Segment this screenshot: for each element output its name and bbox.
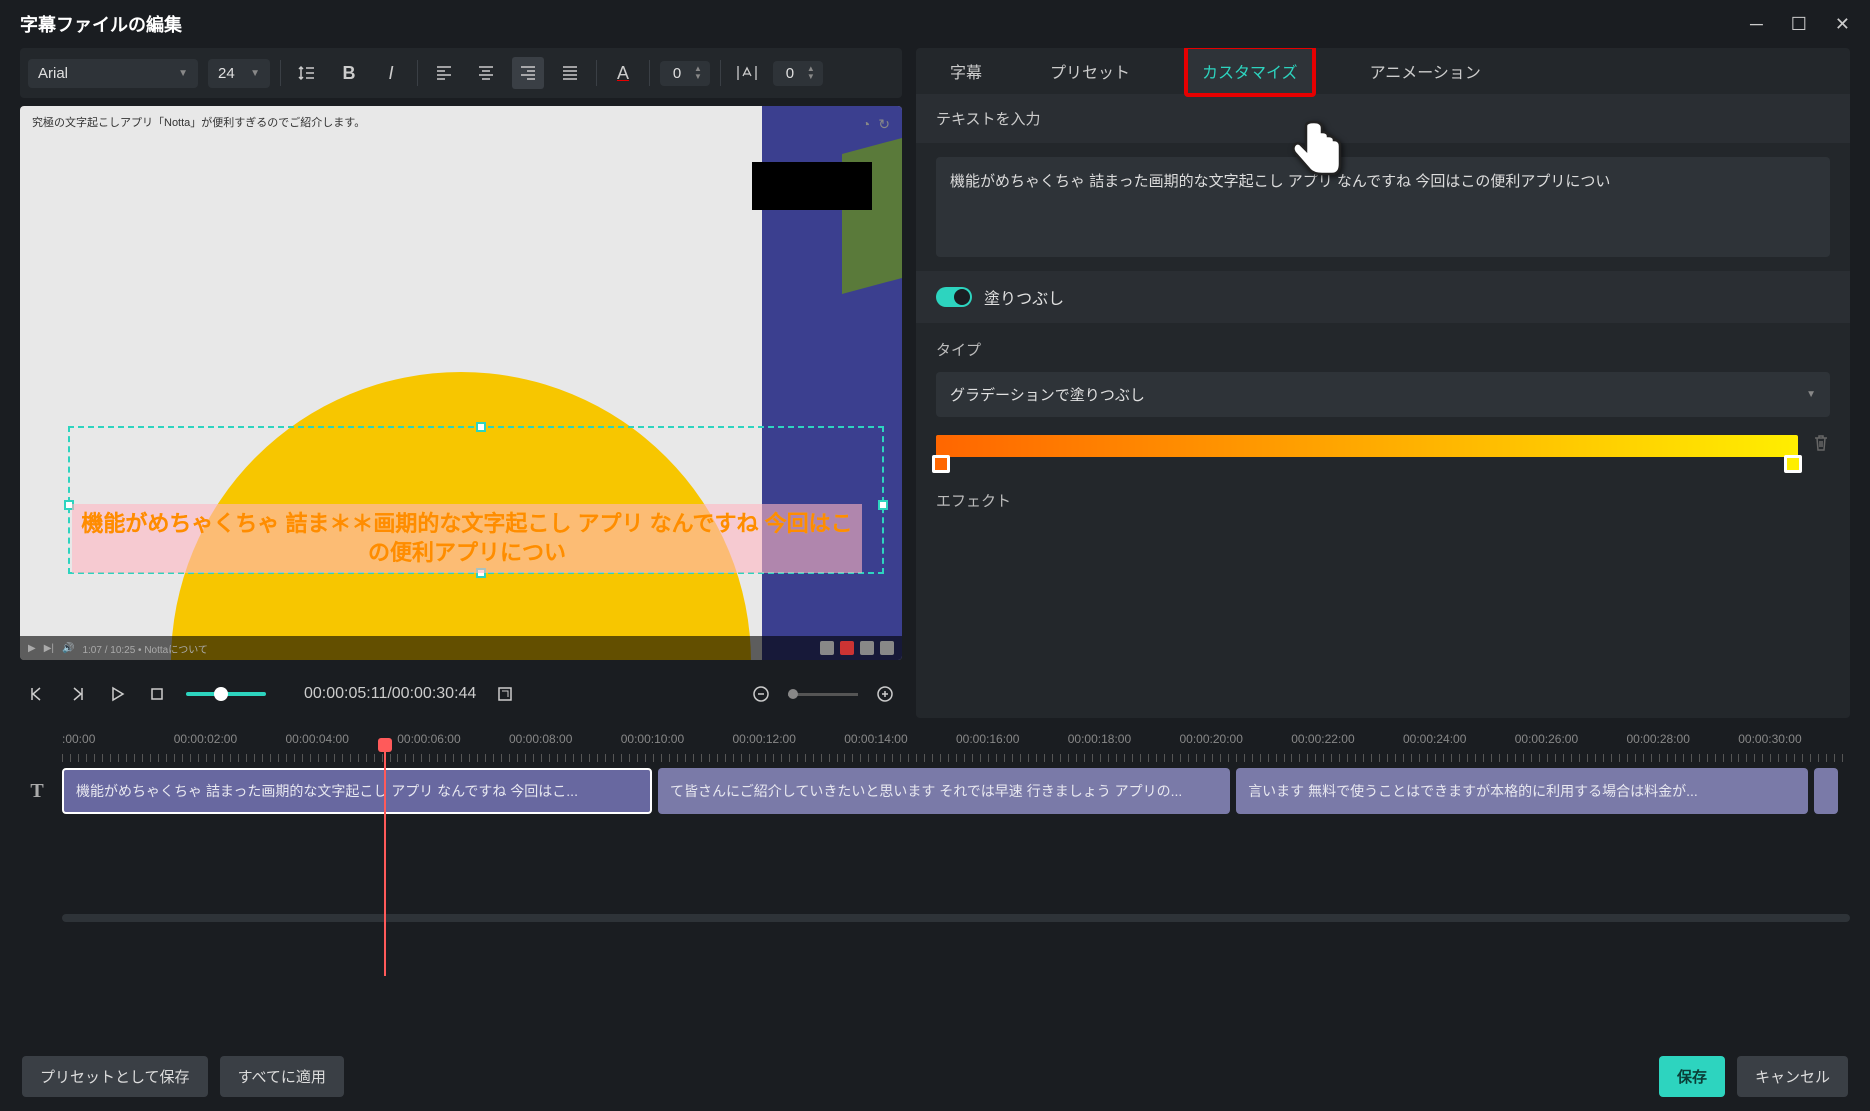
font-size-dropdown[interactable]: 24 ▼ xyxy=(208,59,270,88)
align-justify-button[interactable] xyxy=(554,57,586,89)
text-color-button[interactable]: A xyxy=(607,57,639,89)
gradient-stop-right[interactable] xyxy=(1784,455,1802,473)
stepper-icon: ▲▼ xyxy=(807,65,815,81)
subtitle-track: T 機能がめちゃくちゃ 詰まった画期的な文字起こし アプリ なんですね 今回はこ… xyxy=(20,768,1850,814)
video-caption-top: 究極の文字起こしアプリ「Notta」が便利すぎるのでご紹介します。 xyxy=(32,114,365,130)
zoom-in-button[interactable] xyxy=(874,683,896,705)
gradient-stop-left[interactable] xyxy=(932,455,950,473)
fill-toggle-row: 塗りつぶし xyxy=(916,271,1850,323)
bold-button[interactable]: B xyxy=(333,57,365,89)
italic-button[interactable]: I xyxy=(375,57,407,89)
zoom-slider[interactable] xyxy=(788,693,858,696)
track-label-text: T xyxy=(20,780,54,803)
subtitle-text: 機能がめちゃくちゃ 詰ま＊＊画期的な文字起こし アプリ なんですね 今回はこの便… xyxy=(78,510,856,567)
line-height-icon xyxy=(298,64,316,82)
delete-gradient-button[interactable] xyxy=(1812,433,1830,458)
align-center-icon xyxy=(478,65,494,81)
crop-button[interactable] xyxy=(494,683,516,705)
video-time: 1:07 / 10:25 • Nottaについて xyxy=(82,641,207,656)
save-button[interactable]: 保存 xyxy=(1659,1056,1725,1097)
align-left-button[interactable] xyxy=(428,57,460,89)
tab-preset[interactable]: プリセット xyxy=(1036,49,1144,93)
close-button[interactable]: ✕ xyxy=(1835,14,1850,35)
letter-spacing-button[interactable] xyxy=(731,57,763,89)
chevron-down-icon: ▼ xyxy=(1806,389,1816,400)
titlebar: 字幕ファイルの編集 ─ ☐ ✕ xyxy=(0,0,1870,48)
timeline: :00:00 00:00:02:00 00:00:04:00 00:00:06:… xyxy=(0,718,1870,922)
gradient-bar[interactable] xyxy=(936,435,1798,457)
video-preview[interactable]: 究極の文字起こしアプリ「Notta」が便利すぎるのでご紹介します。 ◔ ↻ 機能… xyxy=(20,106,902,660)
time-ruler[interactable]: :00:00 00:00:02:00 00:00:04:00 00:00:06:… xyxy=(62,732,1850,762)
subtitle-clip[interactable]: 言います 無料で使うことはできますが本格的に利用する場合は料金が... xyxy=(1236,768,1808,814)
align-justify-icon xyxy=(562,65,578,81)
align-left-icon xyxy=(436,65,452,81)
stepper-icon: ▲▼ xyxy=(694,65,702,81)
cursor-hand-icon xyxy=(1286,118,1346,178)
subtitle-clip[interactable] xyxy=(1814,768,1838,814)
spacing-input[interactable]: 0 ▲▼ xyxy=(773,61,823,86)
size-value: 24 xyxy=(218,65,235,82)
gradient-editor xyxy=(936,433,1830,458)
stop-button[interactable] xyxy=(146,683,168,705)
chevron-down-icon: ▼ xyxy=(250,68,260,79)
footer: プリセットとして保存 すべてに適用 保存 キャンセル xyxy=(0,1041,1870,1111)
chevron-down-icon: ▼ xyxy=(178,68,188,79)
fullscreen-icon[interactable] xyxy=(880,641,894,655)
minimize-button[interactable]: ─ xyxy=(1750,14,1763,35)
cancel-button[interactable]: キャンセル xyxy=(1737,1056,1848,1097)
step-forward-button[interactable] xyxy=(66,683,88,705)
tab-customize[interactable]: カスタマイズ xyxy=(1184,48,1316,97)
fill-type-value: グラデーションで塗りつぶし xyxy=(950,384,1145,405)
rotation-input[interactable]: 0 ▲▼ xyxy=(660,61,710,86)
cc-icon[interactable] xyxy=(840,641,854,655)
settings-icon[interactable] xyxy=(860,641,874,655)
zoom-out-button[interactable] xyxy=(750,683,772,705)
fill-label: 塗りつぶし xyxy=(984,285,1064,309)
tab-subtitle[interactable]: 字幕 xyxy=(936,49,996,93)
subtitle-clip[interactable]: 機能がめちゃくちゃ 詰まった画期的な文字起こし アプリ なんですね 今回はこ..… xyxy=(62,768,652,814)
timecode: 00:00:05:11/00:00:30:44 xyxy=(304,685,476,703)
maximize-button[interactable]: ☐ xyxy=(1791,14,1807,35)
share-icon: ↻ xyxy=(878,116,890,133)
play-button[interactable] xyxy=(106,683,128,705)
clock-icon: ◔ xyxy=(862,116,870,133)
subtitle-text-input[interactable]: 機能がめちゃくちゃ 詰まった画期的な文字起こし アプリ なんですね 今回はこの便… xyxy=(936,157,1830,257)
subtitle-overlay[interactable]: 機能がめちゃくちゃ 詰ま＊＊画期的な文字起こし アプリ なんですね 今回はこの便… xyxy=(72,504,862,573)
left-panel: Arial ▼ 24 ▼ B I xyxy=(20,48,902,718)
window-controls: ─ ☐ ✕ xyxy=(1750,14,1850,35)
tab-animation[interactable]: アニメーション xyxy=(1356,49,1495,93)
type-label: タイプ xyxy=(916,323,1850,368)
line-height-button[interactable] xyxy=(291,57,323,89)
fill-toggle[interactable] xyxy=(936,287,972,307)
play-icon[interactable]: ▶ xyxy=(28,643,36,654)
tabs: 字幕 プリセット カスタマイズ アニメーション xyxy=(916,48,1850,94)
quality-icon[interactable] xyxy=(820,641,834,655)
speed-slider[interactable] xyxy=(186,692,266,696)
fill-type-select[interactable]: グラデーションで塗りつぶし ▼ xyxy=(936,372,1830,417)
transport-controls: 00:00:05:11/00:00:30:44 xyxy=(20,670,902,718)
align-right-icon xyxy=(520,65,536,81)
next-icon[interactable]: ▶| xyxy=(44,643,54,654)
right-panel: 字幕 プリセット カスタマイズ アニメーション テキストを入力 機能がめちゃくち… xyxy=(916,48,1850,718)
font-dropdown[interactable]: Arial ▼ xyxy=(28,59,198,88)
align-right-button[interactable] xyxy=(512,57,544,89)
text-input-label: テキストを入力 xyxy=(916,94,1850,143)
timeline-scrollbar[interactable] xyxy=(62,914,1850,922)
volume-icon[interactable]: 🔊 xyxy=(62,643,74,654)
font-value: Arial xyxy=(38,65,68,82)
align-center-button[interactable] xyxy=(470,57,502,89)
letter-spacing-icon xyxy=(737,65,757,81)
apply-all-button[interactable]: すべてに適用 xyxy=(220,1056,344,1097)
text-toolbar: Arial ▼ 24 ▼ B I xyxy=(20,48,902,98)
step-back-button[interactable] xyxy=(26,683,48,705)
playhead[interactable] xyxy=(384,746,386,976)
window-title: 字幕ファイルの編集 xyxy=(20,11,182,37)
effect-label: エフェクト xyxy=(916,474,1850,519)
subtitle-clip[interactable]: て皆さんにご紹介していきたいと思います それでは早速 行きましょう アプリの..… xyxy=(658,768,1230,814)
video-player-controls: ▶ ▶| 🔊 1:07 / 10:25 • Nottaについて xyxy=(20,636,902,660)
save-preset-button[interactable]: プリセットとして保存 xyxy=(22,1056,208,1097)
